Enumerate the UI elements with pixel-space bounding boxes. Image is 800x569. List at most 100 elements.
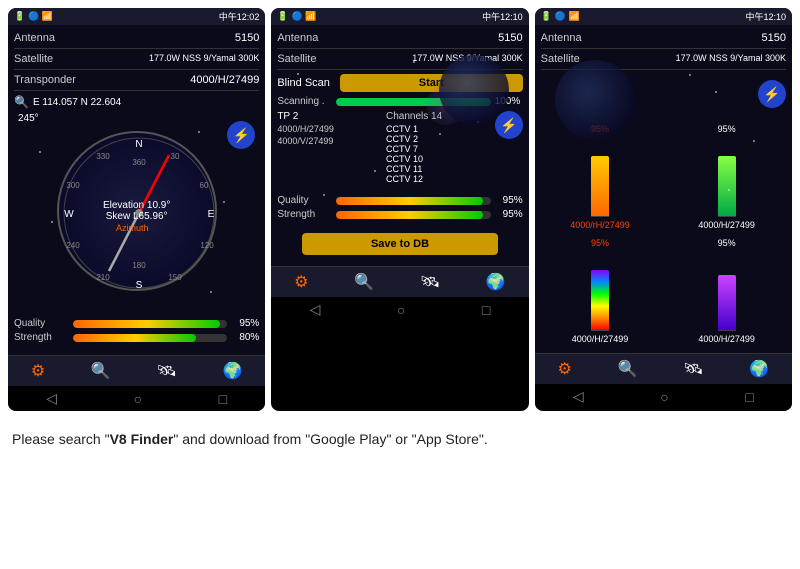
svg-text:W: W — [64, 209, 74, 220]
android-bar-3: ◁ ○ □ — [535, 384, 792, 409]
status-right-1: 中午12:02 — [219, 10, 260, 23]
quality-bar-fill-2 — [336, 197, 483, 205]
svg-text:180: 180 — [132, 261, 146, 270]
channel-4: CCTV 10 — [386, 154, 491, 164]
compass-dial: N S E W 330 30 60 120 150 210 240 300 36… — [57, 131, 217, 291]
compass-area: 245° — [14, 111, 259, 311]
svg-text:60: 60 — [199, 181, 208, 190]
svg-text:S: S — [135, 280, 142, 291]
search-icon-3[interactable]: 🔍 — [618, 359, 638, 379]
divider-1c — [14, 90, 259, 91]
divider-2b — [277, 69, 522, 70]
status-bar-2: 🔋 🔵 📶 中午12:10 — [271, 8, 528, 25]
recents-btn-3[interactable]: □ — [745, 389, 753, 405]
svg-text:240: 240 — [66, 241, 80, 250]
bottom-nav-2: ⚙ 🔍 🛰 🌍 — [271, 266, 528, 297]
recents-btn-2[interactable]: □ — [482, 302, 490, 318]
tp-left: TP 2 4000/H/27499 4000/V/27499 — [277, 111, 382, 184]
caption-text-end: " and download from "Google Play" or "Ap… — [173, 431, 487, 447]
tp-sub-2: 4000/V/27499 — [277, 136, 382, 146]
col3-bar-container — [718, 251, 736, 331]
settings-icon-1[interactable]: ⚙ — [31, 361, 45, 381]
signal-columns: 95% 4000/rH/27499 95% 4000/H/27499 9 — [541, 120, 786, 348]
antenna-label-1: Antenna — [14, 32, 55, 44]
phones-container: 🔋 🔵 📶 中午12:02 Antenna 5150 Satellite 177… — [0, 0, 800, 419]
bluetooth-col: ⚡ — [495, 111, 523, 184]
phone-content-3: Antenna 5150 Satellite 177.0W NSS 9/Yama… — [535, 25, 792, 353]
strength-row-2: Strength 95% — [277, 209, 522, 220]
status-icons-3: 🔵 📶 — [555, 11, 580, 22]
settings-icon-2[interactable]: ⚙ — [294, 272, 308, 292]
quality-label-2: Quality — [277, 195, 332, 206]
back-btn-3[interactable]: ◁ — [573, 388, 584, 405]
satellite-row-3: Satellite 177.0W NSS 9/Yamal 300K — [541, 51, 786, 67]
status-bar-1: 🔋 🔵 📶 中午12:02 — [8, 8, 265, 25]
back-btn-2[interactable]: ◁ — [310, 301, 321, 318]
col2-bar-container — [591, 251, 609, 331]
svg-text:360: 360 — [132, 158, 146, 167]
coord-row-1: 🔍 E 114.057 N 22.604 — [14, 93, 259, 111]
strength-bar-fill-1 — [73, 334, 196, 342]
col2-top-pct: 95% — [591, 238, 609, 248]
satellite-row-2: Satellite 177.0W NSS 9/Yamal 300K — [277, 51, 522, 67]
signal-col-3: 95% 4000/H/27499 — [667, 238, 786, 344]
status-icons-2: 🔵 📶 — [292, 11, 317, 22]
satellite-value-2: 177.0W NSS 9/Yamal 300K — [412, 53, 522, 65]
antenna-label-2: Antenna — [277, 32, 318, 44]
save-to-db-button[interactable]: Save to DB — [302, 233, 498, 255]
col2-label: 4000/H/27499 — [572, 334, 629, 344]
bluetooth-btn-1[interactable]: ⚡ — [227, 121, 255, 149]
quality-pct-1: 95% — [231, 318, 259, 329]
satellite-icon-2[interactable]: 🛰 — [420, 272, 440, 292]
time-3: 中午12:10 — [745, 10, 786, 23]
home-btn-3[interactable]: ○ — [660, 389, 668, 405]
scanning-bar-bg — [336, 98, 490, 106]
tp-section: TP 2 4000/H/27499 4000/V/27499 Channels … — [277, 111, 522, 184]
recents-btn-1[interactable]: □ — [219, 391, 227, 407]
caption-area: Please search "V8 Finder" and download f… — [0, 419, 800, 460]
phone-1: 🔋 🔵 📶 中午12:02 Antenna 5150 Satellite 177… — [8, 8, 265, 411]
col0-bar-container — [591, 137, 609, 217]
blind-scan-row: Blind Scan Start — [277, 74, 522, 92]
status-left-1: 🔋 🔵 📶 — [14, 11, 53, 22]
divider-2a — [277, 48, 522, 49]
quality-bar-bg-2 — [336, 197, 490, 205]
settings-icon-3[interactable]: ⚙ — [558, 359, 572, 379]
transponder-label-1: Transponder — [14, 74, 76, 86]
col0-label: 4000/rH/27499 — [570, 220, 630, 230]
start-button[interactable]: Start — [340, 74, 523, 92]
satellite-value-3: 177.0W NSS 9/Yamal 300K — [676, 53, 786, 65]
signal-section-1: Quality 95% Strength 80% — [14, 311, 259, 350]
svg-text:120: 120 — [200, 241, 214, 250]
bluetooth-btn-2[interactable]: ⚡ — [495, 111, 523, 139]
bluetooth-btn-3-container: ⚡ — [758, 80, 786, 112]
bluetooth-btn-3[interactable]: ⚡ — [758, 80, 786, 108]
channel-5: CCTV 11 — [386, 164, 491, 174]
scanning-row: Scanning . 100% — [277, 96, 522, 107]
globe-icon-1[interactable]: 🌍 — [223, 361, 243, 381]
antenna-row-3: Antenna 5150 — [541, 30, 786, 46]
col1-bar-container — [718, 137, 736, 217]
col3-label: 4000/H/27499 — [698, 334, 755, 344]
antenna-value-2: 5150 — [498, 32, 522, 44]
satellite-icon-1[interactable]: 🛰 — [157, 361, 177, 381]
signal-section-2: Quality 95% Strength 95% — [277, 188, 522, 227]
back-btn-1[interactable]: ◁ — [46, 390, 57, 407]
col0-bar — [591, 156, 609, 216]
svg-text:150: 150 — [168, 273, 182, 282]
search-icon-1[interactable]: 🔍 — [91, 361, 111, 381]
svg-text:Azimuth: Azimuth — [116, 223, 149, 233]
quality-label-1: Quality — [14, 318, 69, 329]
antenna-value-3: 5150 — [762, 32, 786, 44]
home-btn-2[interactable]: ○ — [397, 302, 405, 318]
satellite-icon-3[interactable]: 🛰 — [683, 359, 703, 379]
globe-icon-2[interactable]: 🌍 — [486, 272, 506, 292]
home-btn-1[interactable]: ○ — [134, 391, 142, 407]
globe-icon-3[interactable]: 🌍 — [749, 359, 769, 379]
channel-6: CCTV 12 — [386, 174, 491, 184]
satellite-label-1: Satellite — [14, 53, 53, 65]
elevation-text: Elevation 10.9° — [103, 200, 170, 211]
transponder-row-1: Transponder 4000/H/27499 — [14, 72, 259, 88]
satellite-label-2: Satellite — [277, 53, 316, 65]
search-icon-2[interactable]: 🔍 — [354, 272, 374, 292]
